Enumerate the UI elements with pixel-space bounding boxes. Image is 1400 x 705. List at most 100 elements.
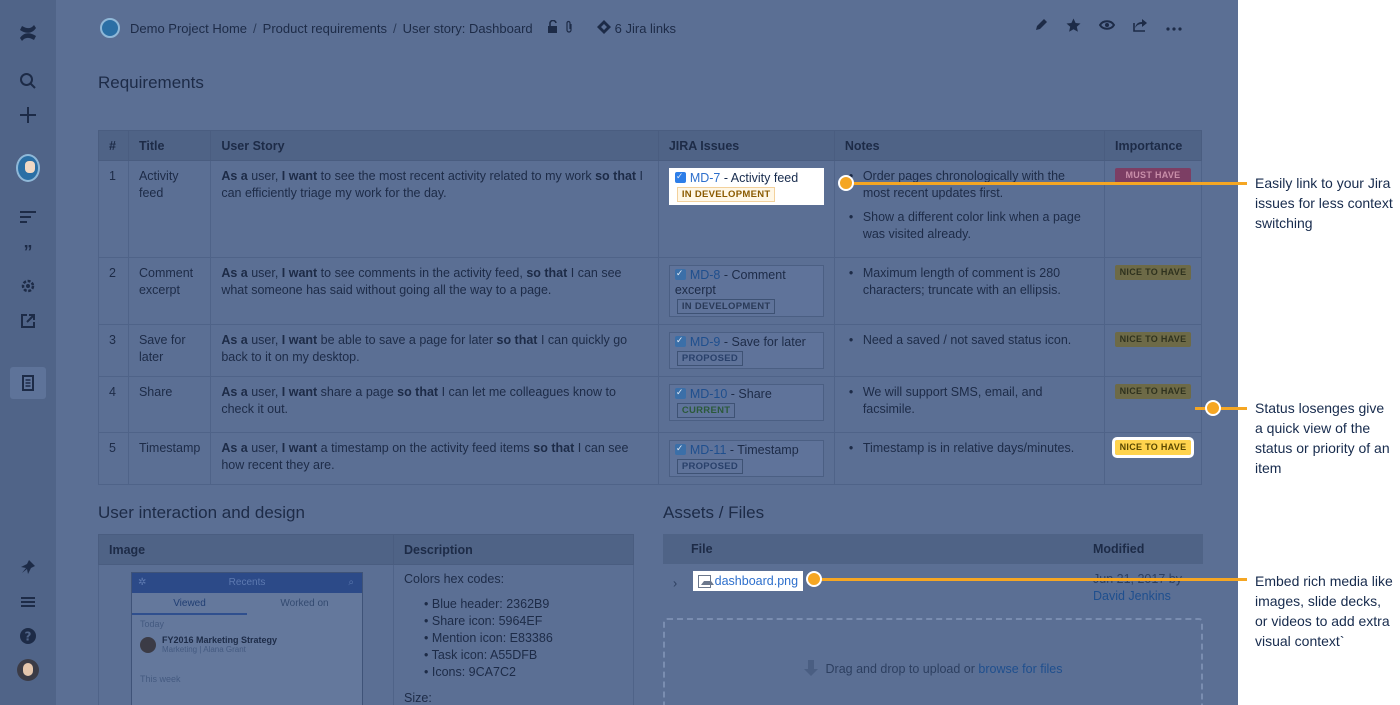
dashboard-mockup-image[interactable]: ✲ Recents ⌕ Viewed Worked on Today FY201… xyxy=(131,572,363,705)
more-icon[interactable] xyxy=(1166,18,1182,37)
task-icon xyxy=(674,385,686,400)
pin-icon[interactable] xyxy=(16,555,40,579)
page-content: Demo Project Home / Product requirements… xyxy=(56,0,1238,705)
requirements-rows: 1 Activity feed As a user, I want to see t… xyxy=(98,160,1203,485)
jira-issue[interactable]: MD-11 - Timestamp PROPOSED xyxy=(668,440,824,477)
table-cell: Share xyxy=(127,376,212,433)
jira-issue[interactable]: MD-10 - Share CURRENT xyxy=(668,384,824,421)
table-cell: Need a saved / not saved status icon. xyxy=(833,324,1105,377)
notes-list: Need a saved / not saved status icon. xyxy=(845,332,1094,349)
lines-icon[interactable] xyxy=(16,205,40,229)
story-text: so that xyxy=(496,333,538,347)
pencil-icon[interactable] xyxy=(1034,18,1048,37)
assets-table: File Modified › dashboard.png Jun 21, 20… xyxy=(663,534,1203,612)
task-icon xyxy=(674,333,686,348)
mockup-tab: Viewed xyxy=(132,593,247,615)
upload-dropzone[interactable]: Drag and drop to upload or browse for fi… xyxy=(663,618,1203,705)
jira-key[interactable]: MD-11 xyxy=(690,443,727,457)
jira-key[interactable]: MD-7 xyxy=(690,171,721,185)
star-icon[interactable] xyxy=(1066,18,1081,37)
callout-text: Embed rich media like images, slide deck… xyxy=(1255,573,1393,649)
browse-files-link[interactable]: browse for files xyxy=(978,662,1062,676)
task-icon xyxy=(674,441,686,456)
row-title: Timestamp xyxy=(138,441,201,455)
table-cell: As a user, I want share a page so that I… xyxy=(210,376,659,433)
file-link[interactable]: dashboard.png xyxy=(692,571,804,591)
mockup-header: ✲ Recents ⌕ xyxy=(132,573,362,593)
table-cell: 2 xyxy=(98,257,129,325)
column-header: Notes xyxy=(833,130,1105,161)
table-row: 2 Comment excerpt As a user, I want to see… xyxy=(98,257,1203,325)
page-icon[interactable] xyxy=(10,367,46,399)
list-item: Blue header: 2362B9 xyxy=(424,596,623,613)
external-link-icon[interactable] xyxy=(16,309,40,333)
space-avatar[interactable] xyxy=(16,154,40,182)
row-number: 1 xyxy=(109,169,116,183)
list-item: We will support SMS, email, and facsimil… xyxy=(845,384,1094,418)
search-icon: ⌕ xyxy=(348,577,354,588)
table-cell: As a user, I want to see the most recent… xyxy=(210,160,659,258)
importance-lozenge: NICE TO HAVE xyxy=(1114,384,1191,399)
jira-title: - Share xyxy=(727,387,772,401)
jira-key[interactable]: MD-10 xyxy=(690,387,728,401)
jira-issue[interactable]: MD-7 - Activity feed IN DEVELOPMENT xyxy=(668,168,824,205)
column-header: Modified xyxy=(1083,534,1203,564)
status-lozenge: CURRENT xyxy=(676,403,736,418)
list-item: Icons: 9CA7C2 xyxy=(424,664,623,681)
story-text: so that xyxy=(595,169,637,183)
column-header: Title xyxy=(127,130,212,161)
table-cell: MD-11 - Timestamp PROPOSED xyxy=(657,432,835,485)
chevron-right-icon[interactable]: › xyxy=(673,577,677,591)
table-cell: NICE TO HAVE xyxy=(1103,376,1203,433)
list-item: Share icon: 5964EF xyxy=(424,613,623,630)
help-icon[interactable]: ? xyxy=(16,624,40,648)
jira-issue[interactable]: MD-9 - Save for later PROPOSED xyxy=(668,332,824,369)
mockup-item-sub: Marketing | Alana Grant xyxy=(162,645,246,654)
list-item: Order pages chronologically with the mos… xyxy=(845,168,1094,202)
table-cell: NICE TO HAVE xyxy=(1103,324,1203,377)
mockup-title: Recents xyxy=(228,577,266,588)
list-item: Mention icon: E83386 xyxy=(424,630,623,647)
story-text: user, xyxy=(247,169,282,183)
table-cell: 1 xyxy=(98,160,129,258)
share-icon[interactable] xyxy=(1133,18,1148,37)
callout-line xyxy=(812,578,1247,581)
table-cell: 3 xyxy=(98,324,129,377)
mockup-section: Today xyxy=(140,619,165,629)
lock-icon[interactable] xyxy=(547,19,559,36)
story-text: As a xyxy=(221,385,248,399)
image-file-icon xyxy=(697,574,714,588)
column-header: Image xyxy=(98,534,394,565)
breadcrumb-item[interactable]: Product requirements xyxy=(263,21,387,36)
jira-key[interactable]: MD-9 xyxy=(690,335,721,349)
attachment-icon[interactable] xyxy=(565,20,573,37)
row-number: 2 xyxy=(109,266,116,280)
search-icon[interactable] xyxy=(16,69,40,93)
confluence-logo-icon[interactable] xyxy=(16,21,40,45)
design-image-cell: ✲ Recents ⌕ Viewed Worked on Today FY201… xyxy=(98,564,394,705)
gear-icon[interactable] xyxy=(16,274,40,298)
story-text: a timestamp on the activity feed items xyxy=(317,441,534,455)
story-text: I want xyxy=(281,333,318,347)
breadcrumb-item[interactable]: User story: Dashboard xyxy=(403,21,533,36)
user-avatar[interactable] xyxy=(16,658,40,682)
table-cell: Save for later xyxy=(127,324,212,377)
importance-lozenge: NICE TO HAVE xyxy=(1114,265,1191,280)
modified-by-link[interactable]: David Jenkins xyxy=(1093,588,1193,605)
jira-issue[interactable]: MD-8 - Comment excerpt IN DEVELOPMENT xyxy=(668,265,824,317)
quote-icon[interactable]: ” xyxy=(16,240,40,264)
menu-icon[interactable] xyxy=(16,590,40,614)
mockup-tabs: Viewed Worked on xyxy=(132,593,362,615)
jira-icon[interactable] xyxy=(596,19,611,37)
plus-icon[interactable] xyxy=(16,103,40,127)
breadcrumb-item[interactable]: Demo Project Home xyxy=(130,21,247,36)
notes-list: Timestamp is in relative days/minutes. xyxy=(845,440,1094,457)
eye-icon[interactable] xyxy=(1098,18,1116,37)
jira-key[interactable]: MD-8 xyxy=(690,268,721,282)
column-header: Importance xyxy=(1103,130,1203,161)
row-title: Activity feed xyxy=(138,169,179,200)
table-cell: MD-8 - Comment excerpt IN DEVELOPMENT xyxy=(657,257,835,325)
jira-links-button[interactable]: 6 Jira links xyxy=(615,21,676,36)
design-heading: User interaction and design xyxy=(98,503,305,522)
story-text: As a xyxy=(221,266,248,280)
